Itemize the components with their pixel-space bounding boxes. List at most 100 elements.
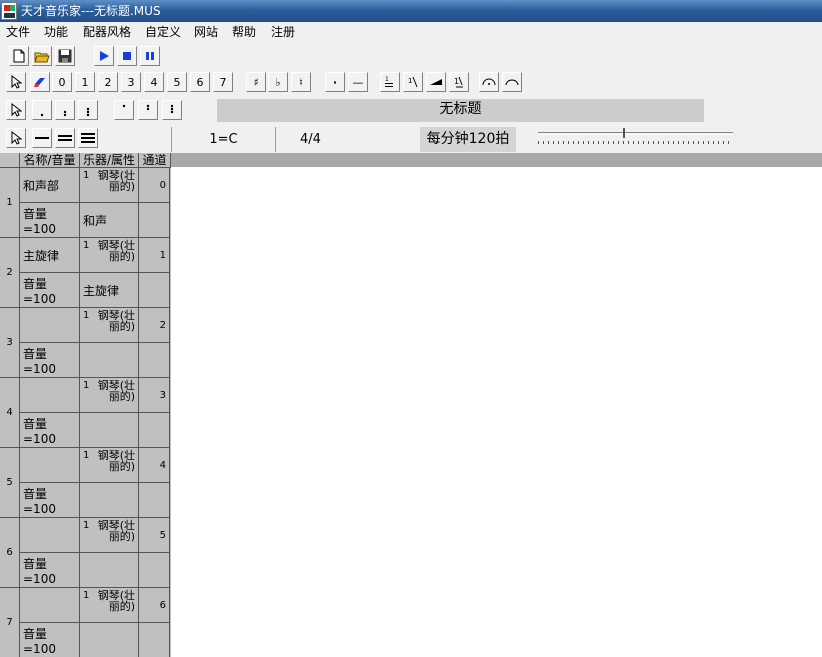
track-name[interactable]	[20, 588, 80, 623]
note-0-button[interactable]: 0	[52, 72, 72, 92]
tempo-slider[interactable]	[538, 128, 733, 148]
score-editor[interactable]	[171, 167, 822, 657]
track-name[interactable]: 和声部	[20, 168, 80, 203]
high-octave-two-dots-icon[interactable]	[138, 100, 158, 120]
crescendo-icon[interactable]	[426, 72, 446, 92]
track-channel-blank[interactable]	[139, 553, 170, 588]
triple-beam-icon[interactable]	[78, 128, 98, 148]
track-number[interactable]: 4	[0, 378, 20, 448]
track-channel[interactable]: 1	[139, 238, 170, 273]
track-channel-blank[interactable]	[139, 413, 170, 448]
stop-icon[interactable]	[117, 46, 137, 66]
track-volume[interactable]: 音量=100	[20, 623, 80, 657]
low-octave-one-dot-icon[interactable]	[32, 100, 52, 120]
decrescendo-icon[interactable]: 1	[449, 72, 469, 92]
track-channel[interactable]: 0	[139, 168, 170, 203]
track-channel[interactable]: 4	[139, 448, 170, 483]
document-title[interactable]: 无标题	[217, 99, 704, 122]
track-channel-blank[interactable]	[139, 203, 170, 238]
menu-register[interactable]: 注册	[268, 24, 298, 40]
note-1-button[interactable]: 1	[75, 72, 95, 92]
track-attribute[interactable]: 主旋律	[80, 273, 139, 308]
track-volume[interactable]: 音量=100	[20, 413, 80, 448]
pointer-icon[interactable]	[6, 128, 26, 148]
menu-website[interactable]: 网站	[191, 24, 221, 40]
key-signature[interactable]: 1=C	[171, 127, 275, 152]
track-channel[interactable]: 3	[139, 378, 170, 413]
pointer-icon[interactable]	[6, 100, 26, 120]
track-instrument[interactable]: 1 钢琴(壮丽的)	[80, 238, 139, 273]
track-instrument[interactable]: 1 钢琴(壮丽的)	[80, 168, 139, 203]
slider-thumb[interactable]	[623, 128, 625, 138]
high-octave-three-dots-icon[interactable]	[162, 100, 182, 120]
flat-button[interactable]: ♭	[268, 72, 288, 92]
track-channel-blank[interactable]	[139, 343, 170, 378]
time-signature[interactable]: 4/4	[275, 127, 345, 152]
track-instrument[interactable]: 1 钢琴(壮丽的)	[80, 588, 139, 623]
track-channel[interactable]: 2	[139, 308, 170, 343]
track-attribute[interactable]	[80, 413, 139, 448]
sharp-button[interactable]: ♯	[246, 72, 266, 92]
track-number[interactable]: 3	[0, 308, 20, 378]
low-octave-two-dots-icon[interactable]	[55, 100, 75, 120]
note-6-button[interactable]: 6	[190, 72, 210, 92]
dot-button[interactable]: ·	[325, 72, 345, 92]
track-channel-blank[interactable]	[139, 623, 170, 657]
track-name[interactable]	[20, 378, 80, 413]
menu-function[interactable]: 功能	[41, 24, 71, 40]
track-instrument[interactable]: 1 钢琴(壮丽的)	[80, 448, 139, 483]
track-number[interactable]: 2	[0, 238, 20, 308]
track-attribute[interactable]: 和声	[80, 203, 139, 238]
natural-button[interactable]: ♮	[291, 72, 311, 92]
new-file-icon[interactable]	[9, 46, 29, 66]
fermata-icon[interactable]	[479, 72, 499, 92]
pause-icon[interactable]	[140, 46, 160, 66]
track-attribute[interactable]	[80, 483, 139, 518]
menu-custom[interactable]: 自定义	[142, 24, 184, 40]
grace-note-up-icon[interactable]: 1	[380, 72, 400, 92]
track-instrument[interactable]: 1 钢琴(壮丽的)	[80, 518, 139, 553]
note-2-button[interactable]: 2	[98, 72, 118, 92]
track-volume[interactable]: 音量=100	[20, 483, 80, 518]
note-4-button[interactable]: 4	[144, 72, 164, 92]
single-beam-icon[interactable]	[32, 128, 52, 148]
track-volume[interactable]: 音量=100	[20, 553, 80, 588]
play-icon[interactable]	[94, 46, 114, 66]
save-icon[interactable]	[55, 46, 75, 66]
note-5-button[interactable]: 5	[167, 72, 187, 92]
app-logo-icon[interactable]	[1, 2, 17, 20]
track-name[interactable]	[20, 448, 80, 483]
menu-arrangement-style[interactable]: 配器风格	[80, 24, 134, 40]
track-number[interactable]: 7	[0, 588, 20, 657]
track-volume[interactable]: 音量=100	[20, 343, 80, 378]
track-channel[interactable]: 5	[139, 518, 170, 553]
track-attribute[interactable]	[80, 623, 139, 657]
high-octave-one-dot-icon[interactable]	[114, 100, 134, 120]
open-folder-icon[interactable]	[32, 46, 52, 66]
double-beam-icon[interactable]	[55, 128, 75, 148]
track-name[interactable]	[20, 518, 80, 553]
low-octave-three-dots-icon[interactable]	[78, 100, 98, 120]
track-channel-blank[interactable]	[139, 273, 170, 308]
menu-help[interactable]: 帮助	[229, 24, 259, 40]
note-3-button[interactable]: 3	[121, 72, 141, 92]
track-channel[interactable]: 6	[139, 588, 170, 623]
track-name[interactable]	[20, 308, 80, 343]
track-attribute[interactable]	[80, 553, 139, 588]
track-volume[interactable]: 音量=100	[20, 203, 80, 238]
menu-file[interactable]: 文件	[3, 24, 33, 40]
track-name[interactable]: 主旋律	[20, 238, 80, 273]
track-number[interactable]: 6	[0, 518, 20, 588]
track-volume[interactable]: 音量=100	[20, 273, 80, 308]
note-7-button[interactable]: 7	[213, 72, 233, 92]
grace-note-down-icon[interactable]: 1	[403, 72, 423, 92]
track-number[interactable]: 5	[0, 448, 20, 518]
track-instrument[interactable]: 1 钢琴(壮丽的)	[80, 378, 139, 413]
pointer-icon[interactable]	[6, 72, 26, 92]
dash-button[interactable]: —	[348, 72, 368, 92]
slur-icon[interactable]	[502, 72, 522, 92]
track-attribute[interactable]	[80, 343, 139, 378]
eraser-icon[interactable]	[30, 72, 50, 92]
track-number[interactable]: 1	[0, 168, 20, 238]
track-instrument[interactable]: 1 钢琴(壮丽的)	[80, 308, 139, 343]
